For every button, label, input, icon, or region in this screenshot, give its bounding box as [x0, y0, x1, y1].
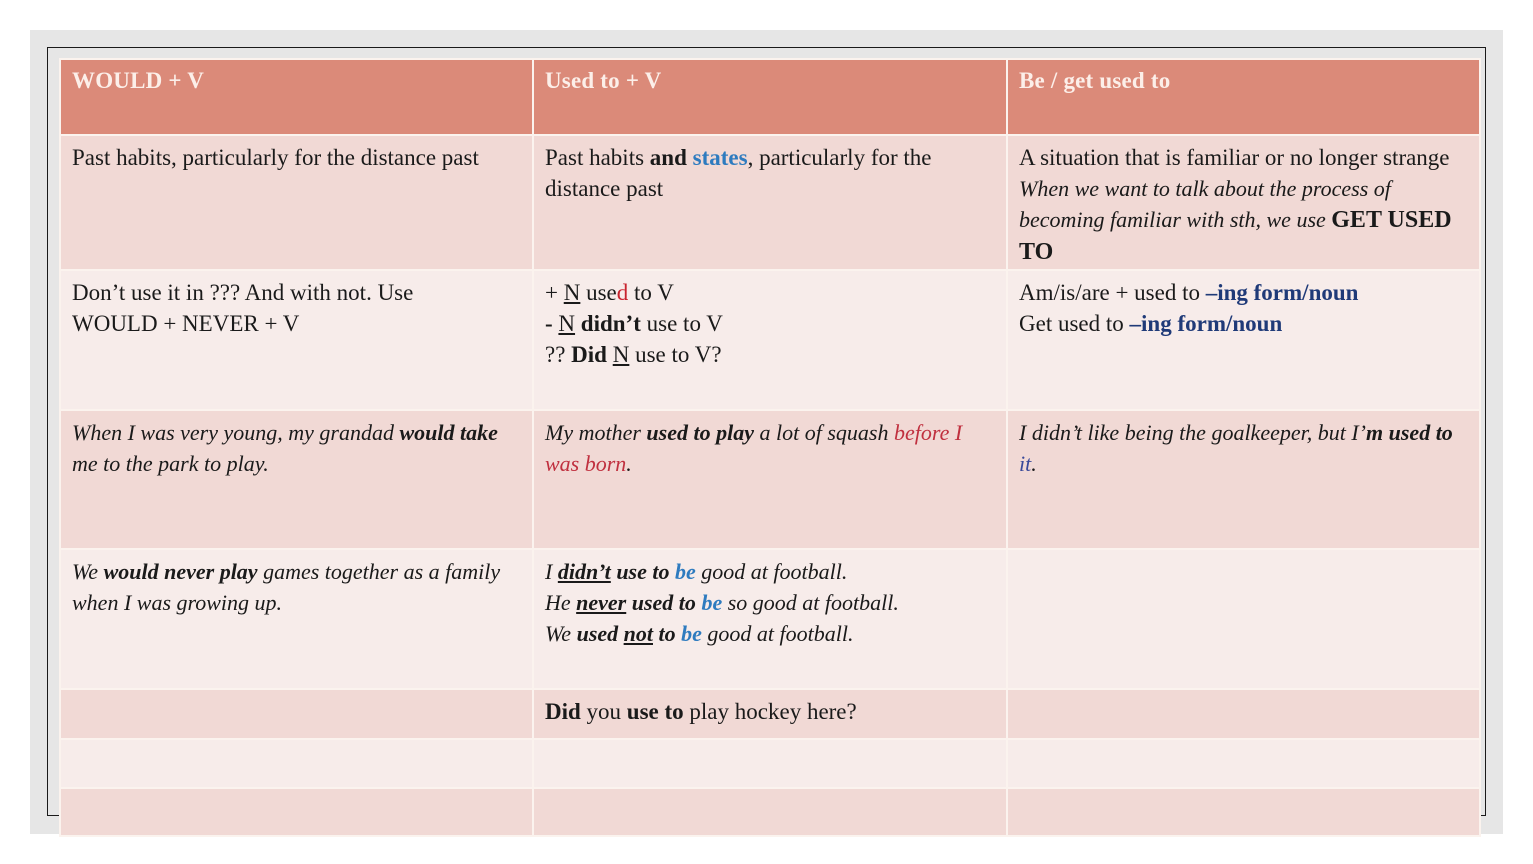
cell-be-get-forms: Am/is/are + used to –ing form/noun Get u…: [1006, 269, 1481, 411]
states-highlight: states: [692, 145, 748, 170]
cell-would-usage: Don’t use it in ??? And with not. Use WOU…: [59, 269, 534, 411]
cell-empty: [59, 738, 534, 789]
cell-empty: [1006, 548, 1481, 690]
table-row: [59, 738, 1481, 789]
cell-used-to-question-example: Did you use to play hockey here?: [532, 688, 1008, 740]
cell-used-to-definition: Past habits and states, particularly for…: [532, 134, 1008, 271]
question-form: ?? Did N use to V?: [545, 342, 722, 367]
affirmative-form: + N used to V: [545, 280, 674, 305]
cell-empty: [532, 738, 1008, 789]
negative-form: - N didn’t use to V: [545, 311, 723, 336]
grammar-table: WOULD + V Used to + V Be / get used to P…: [59, 58, 1481, 837]
cell-used-to-example: My mother used to play a lot of squash b…: [532, 409, 1008, 550]
table-row: [59, 787, 1481, 837]
cell-be-get-definition: A situation that is familiar or no longe…: [1006, 134, 1481, 271]
cell-used-to-forms: + N used to V - N didn’t use to V ?? Did…: [532, 269, 1008, 411]
table-row: We would never play games together as a …: [59, 548, 1481, 690]
cell-empty: [1006, 688, 1481, 740]
cell-empty: [532, 787, 1008, 837]
and-bold: and: [649, 145, 687, 170]
cell-empty: [59, 787, 534, 837]
cell-used-to-negative-examples: I didn’t use to be good at football. He …: [532, 548, 1008, 690]
header-used-to-v: Used to + V: [532, 58, 1008, 136]
header-be-get-used-to: Be / get used to: [1006, 58, 1481, 136]
cell-be-get-example: I didn’t like being the goalkeeper, but …: [1006, 409, 1481, 550]
table-row: When I was very young, my grandad would …: [59, 409, 1481, 550]
cell-would-negative-example: We would never play games together as a …: [59, 548, 534, 690]
cell-empty: [59, 688, 534, 740]
cell-empty: [1006, 738, 1481, 789]
cell-would-definition: Past habits, particularly for the distan…: [59, 134, 534, 271]
header-would-v: WOULD + V: [59, 58, 534, 136]
table-row: Did you use to play hockey here?: [59, 688, 1481, 740]
cell-empty: [1006, 787, 1481, 837]
header-row: WOULD + V Used to + V Be / get used to: [59, 58, 1481, 136]
table-row: Past habits, particularly for the distan…: [59, 134, 1481, 271]
table-row: Don’t use it in ??? And with not. Use WOU…: [59, 269, 1481, 411]
cell-would-example: When I was very young, my grandad would …: [59, 409, 534, 550]
